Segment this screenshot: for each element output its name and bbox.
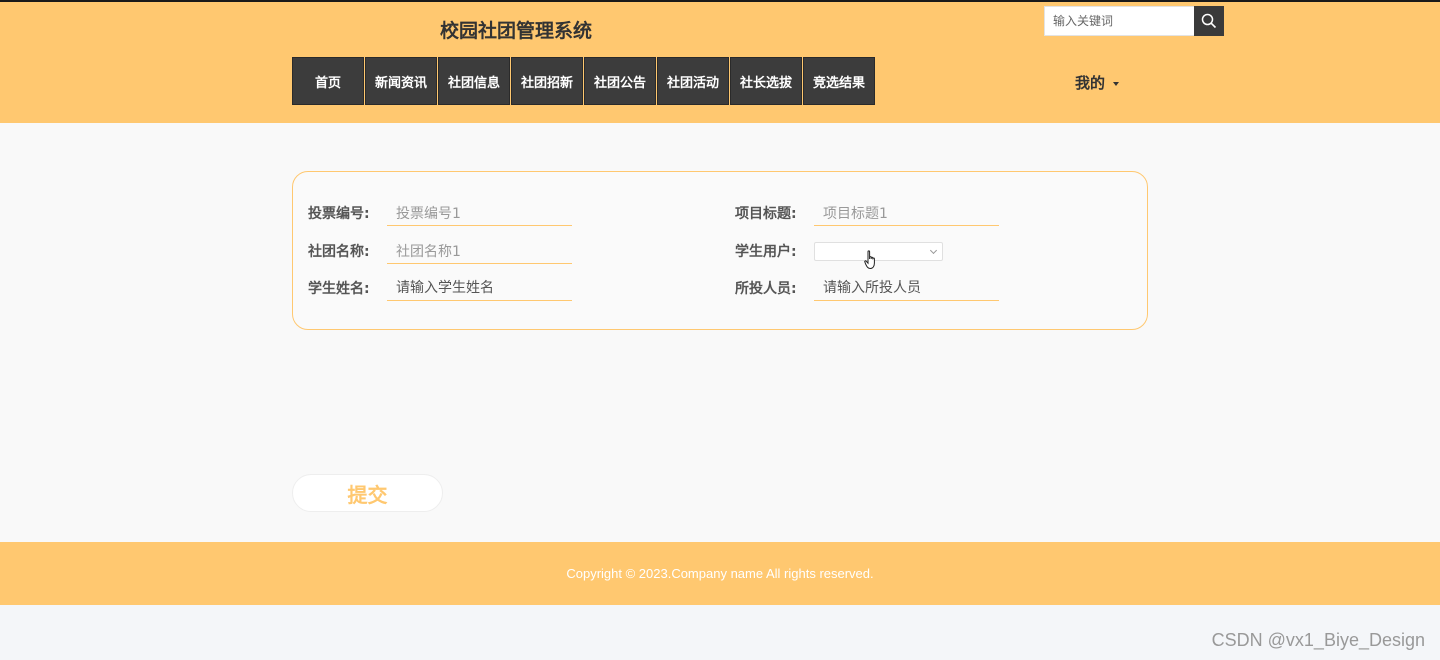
- student-name-label: 学生姓名:: [308, 281, 370, 297]
- field-student-name: 学生姓名:: [308, 275, 572, 301]
- field-club-name: 社团名称:: [308, 238, 572, 264]
- student-name-input[interactable]: [387, 275, 572, 301]
- nav-item-leader-election[interactable]: 社长选拔: [730, 57, 802, 105]
- user-menu-label: 我的: [1075, 74, 1106, 92]
- search-box: [1044, 6, 1224, 36]
- submit-button[interactable]: 提交: [292, 474, 443, 512]
- club-name-label: 社团名称:: [308, 244, 370, 260]
- field-voted-person: 所投人员:: [735, 275, 999, 301]
- user-menu[interactable]: 我的: [1075, 72, 1120, 93]
- project-title-label: 项目标题:: [735, 206, 797, 222]
- nav-item-club-recruit[interactable]: 社团招新: [511, 57, 583, 105]
- copyright-text: Copyright © 2023.Company name All rights…: [566, 566, 874, 581]
- field-student-user: 学生用户:: [735, 238, 943, 264]
- nav-item-home[interactable]: 首页: [292, 57, 364, 105]
- student-user-select[interactable]: [814, 241, 943, 261]
- main-nav: 首页 新闻资讯 社团信息 社团招新 社团公告 社团活动 社长选拔 竞选结果: [292, 57, 875, 105]
- main-content: 投票编号: 项目标题: 社团名称: 学生用户: 学生姓名: 所投人员: 提交: [0, 123, 1440, 542]
- chevron-down-icon: [1113, 81, 1120, 86]
- search-input[interactable]: [1044, 6, 1194, 36]
- project-title-input[interactable]: [814, 200, 999, 226]
- site-title: 校园社团管理系统: [440, 20, 593, 42]
- student-user-label: 学生用户:: [735, 244, 797, 260]
- vote-form: 投票编号: 项目标题: 社团名称: 学生用户: 学生姓名: 所投人员:: [292, 171, 1148, 330]
- header: 校园社团管理系统 首页 新闻资讯 社团信息 社团招新 社团公告 社团活动 社长选…: [0, 2, 1440, 123]
- nav-item-news[interactable]: 新闻资讯: [365, 57, 437, 105]
- search-icon: [1201, 13, 1217, 29]
- search-button[interactable]: [1194, 6, 1224, 36]
- field-vote-no: 投票编号:: [308, 200, 572, 226]
- nav-item-club-info[interactable]: 社团信息: [438, 57, 510, 105]
- chevron-down-icon: [929, 246, 938, 254]
- vote-no-input[interactable]: [387, 200, 572, 226]
- hand-cursor-icon: [864, 250, 875, 270]
- nav-item-club-notice[interactable]: 社团公告: [584, 57, 656, 105]
- voted-person-label: 所投人员:: [735, 281, 797, 297]
- vote-no-label: 投票编号:: [308, 206, 370, 222]
- nav-item-club-activity[interactable]: 社团活动: [657, 57, 729, 105]
- voted-person-input[interactable]: [814, 275, 999, 301]
- field-project-title: 项目标题:: [735, 200, 999, 226]
- footer: Copyright © 2023.Company name All rights…: [0, 542, 1440, 605]
- nav-item-election-result[interactable]: 竞选结果: [803, 57, 875, 105]
- club-name-input[interactable]: [387, 238, 572, 264]
- watermark: CSDN @vx1_Biye_Design: [1211, 630, 1425, 650]
